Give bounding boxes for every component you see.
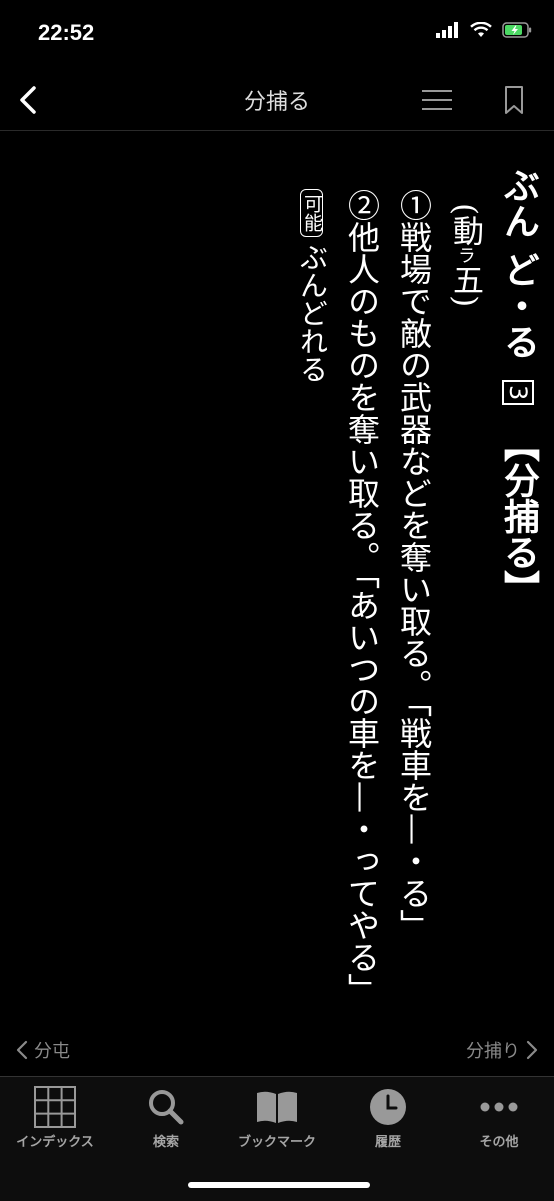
book-icon <box>257 1091 297 1123</box>
status-icons <box>436 22 532 38</box>
status-time: 22:52 <box>38 20 95 45</box>
headword-kanji: 【分捕る】 <box>498 425 539 606</box>
tab-index[interactable]: インデックス <box>0 1085 110 1150</box>
home-indicator[interactable] <box>188 1182 370 1188</box>
tab-history[interactable]: 履歴 <box>333 1085 443 1150</box>
nav-bar: 分捕る <box>0 70 554 131</box>
tab-search-label: 検索 <box>152 1135 179 1150</box>
headword-kana: ぶん ど・る <box>498 167 539 360</box>
sense-2: ②他人のものを奪い取る。「あいつの車を—・ってやる」 <box>343 189 381 1005</box>
tab-more[interactable]: その他 <box>444 1085 554 1150</box>
tab-history-label: 履歴 <box>374 1135 401 1150</box>
status-bar: 22:52 <box>0 0 554 70</box>
prev-entry-link[interactable]: 分屯 <box>14 1037 70 1063</box>
battery-icon <box>502 22 532 38</box>
pos-small: ラ <box>455 246 476 265</box>
clock-icon <box>370 1089 406 1125</box>
tab-bookmark-label: ブックマーク <box>237 1135 316 1150</box>
search-icon <box>149 1090 184 1125</box>
list-icon <box>422 90 452 110</box>
grid-icon <box>34 1086 76 1128</box>
pos-close: 五) <box>447 264 483 308</box>
entry-content: ぶん ど・る 3 【分捕る】 (動ラ五) ①戦場で敵の武器などを奪い取る。「戦車… <box>0 131 554 1031</box>
bookmark-icon <box>505 86 523 114</box>
more-icon <box>480 1102 518 1112</box>
possible-form: 可能ぶんどれる <box>296 189 329 383</box>
tab-more-label: その他 <box>479 1135 519 1150</box>
chevron-left-icon <box>16 1040 28 1060</box>
headword: ぶん ど・る 3 【分捕る】 <box>498 167 539 606</box>
bookmark-button[interactable] <box>496 82 532 118</box>
possible-badge: 可能 <box>300 189 323 237</box>
accent-badge: 3 <box>502 380 534 406</box>
signal-icon <box>436 22 458 38</box>
pos-main: (動 <box>447 203 483 247</box>
next-entry-label: 分捕り <box>466 1041 520 1062</box>
possible-form-text: ぶんどれる <box>296 243 329 383</box>
contents-button[interactable] <box>418 82 456 118</box>
chevron-right-icon <box>526 1040 538 1060</box>
tab-index-label: インデックス <box>16 1135 94 1150</box>
page-title: 分捕る <box>243 90 310 115</box>
part-of-speech: (動ラ五) <box>447 203 483 308</box>
prev-entry-label: 分屯 <box>34 1041 70 1062</box>
tab-bookmark[interactable]: ブックマーク <box>222 1085 332 1150</box>
wifi-icon <box>470 22 492 37</box>
sense-1: ①戦場で敵の武器などを奪い取る。「戦車を—・る」 <box>395 189 433 941</box>
next-entry-link[interactable]: 分捕り <box>466 1037 540 1063</box>
tab-search[interactable]: 検索 <box>111 1085 221 1150</box>
